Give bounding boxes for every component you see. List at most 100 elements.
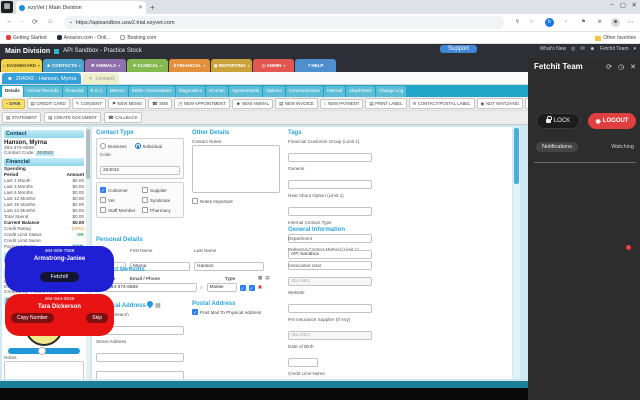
extension-icon[interactable]: ☆ (527, 18, 536, 27)
subtab-debts[interactable]: Debts / Receivables (128, 86, 175, 97)
bookmark-item[interactable]: Amazon.com - Onli... (56, 35, 110, 41)
extension-icon[interactable]: ⚑ (579, 18, 588, 27)
subtab-diagnostics[interactable]: Diagnostics (175, 86, 205, 97)
street-address-input2[interactable] (96, 371, 184, 379)
method-type-input[interactable] (206, 283, 237, 292)
bookmark-item[interactable]: Booking.com (120, 35, 156, 41)
whats-new-link[interactable]: What's New (540, 46, 567, 52)
new-memo-button[interactable]: ⚑ NEW MEMO (107, 98, 146, 109)
syndicate-checkbox[interactable] (142, 197, 148, 203)
tab-contacts[interactable]: ☻ CONTACTS ▾ (43, 59, 84, 72)
vet-checkbox[interactable] (100, 197, 106, 203)
supplier-checkbox[interactable] (142, 187, 148, 193)
close-icon[interactable]: ✕ (88, 76, 92, 82)
delete-icon[interactable]: ✖ (258, 285, 263, 291)
new-tab-button[interactable]: + (150, 3, 155, 12)
subtab-options[interactable]: Options (263, 86, 285, 97)
tab-watching[interactable]: Watching (611, 144, 634, 150)
create-document-button[interactable]: ▤ CREATE DOCUMENT (44, 112, 102, 123)
record-tab-active[interactable]: ☻ 204042 - Hanson, Myrna (2, 73, 82, 84)
subtab-financial[interactable]: Financial (62, 86, 87, 97)
grid-icon[interactable]: ▦ (258, 275, 262, 281)
workspace-icon[interactable]: ▦ (1, 1, 13, 13)
refresh-icon[interactable]: ⟳ (32, 18, 38, 26)
copy-number-button[interactable]: Copy Number (11, 313, 54, 323)
sms-button[interactable]: ☎ SMS (148, 98, 173, 109)
tab-animals[interactable]: ✱ ANIMALS ▾ (85, 59, 126, 72)
post-mail-checkbox[interactable]: ✓ (192, 309, 198, 315)
subtab-ecomm[interactable]: eComm (205, 86, 228, 97)
pet-insurance-input[interactable] (288, 331, 372, 340)
browser-tab[interactable]: ezyVet | Main Division ✕ (16, 1, 146, 14)
notes-important-checkbox[interactable] (192, 198, 198, 204)
method-flag-checkbox[interactable]: ✓ (239, 284, 246, 291)
settings-icon[interactable]: ◎ (571, 46, 575, 52)
other-favorites[interactable]: Other favorites (595, 35, 636, 41)
subtab-appointments[interactable]: Appointments (228, 86, 263, 97)
tab-financial[interactable]: $ FINANCIAL ▾ (169, 59, 210, 72)
subtab-internal[interactable]: Internal (323, 86, 345, 97)
credit-card-button[interactable]: ▤ CREDIT CARD (26, 98, 70, 109)
new-payment-button[interactable]: ⌂ NEW PAYMENT (319, 98, 364, 109)
business-radio[interactable] (100, 143, 106, 149)
consent-button[interactable]: ✎ CONSENT (71, 98, 106, 109)
tab-admin[interactable]: ◎ ADMIN ▾ (253, 59, 294, 72)
associated-user-input[interactable] (288, 277, 372, 286)
department-input[interactable] (288, 250, 372, 259)
extension-icon[interactable]: ⚲ (513, 18, 522, 27)
tab-reporting[interactable]: ▣ REPORTING ▾ (211, 59, 252, 72)
staff-member-checkbox[interactable] (100, 207, 106, 213)
chevron-down-icon[interactable]: ▾ (203, 63, 205, 68)
minimize-button[interactable]: – (610, 1, 614, 8)
subtab-attachment[interactable]: Attachment (345, 86, 375, 97)
subtab-details[interactable]: Details (2, 86, 23, 97)
form-scrollbar[interactable] (513, 127, 520, 379)
scroll-thumb[interactable] (514, 128, 519, 184)
callback-button[interactable]: ☎ CALLBACK (104, 112, 142, 123)
division-title[interactable]: Main Division (5, 48, 50, 55)
subtab-change-log[interactable]: Change Log (375, 86, 407, 97)
customer-checkbox[interactable]: ✓ (100, 187, 106, 193)
practice-name[interactable]: API Sandbox - Practice Stock (63, 48, 142, 54)
support-button[interactable]: Support (440, 45, 478, 53)
subtab-communication[interactable]: Communication (285, 86, 323, 97)
financial-customer-group-input[interactable] (288, 153, 372, 162)
bookmark-item[interactable]: Getting Started (6, 35, 47, 41)
printer-icon[interactable]: ▤ (265, 275, 269, 281)
new-invoice-button[interactable]: ▤ NEW INVOICE (275, 98, 318, 109)
sidebar-notes-textarea[interactable] (4, 361, 84, 379)
new-appointment-button[interactable]: ◷ NEW APPOINTMENT (174, 98, 230, 109)
skip-button[interactable]: Skip (86, 313, 108, 323)
address-bar[interactable]: ▪ https://apisandbox.usw2.trial.ezyvet.c… (64, 16, 504, 29)
maximize-button[interactable]: ▢ (620, 1, 626, 9)
close-tab-icon[interactable]: ✕ (138, 4, 143, 11)
not-watching-button[interactable]: ◉ NOT WATCHING (476, 98, 524, 109)
chevron-down-icon[interactable]: ▾ (79, 63, 81, 68)
forward-icon[interactable]: → (18, 18, 25, 25)
contact-notes-textarea[interactable] (192, 145, 280, 193)
mail-icon[interactable]: ✉ (580, 46, 584, 52)
back-icon[interactable]: ← (6, 18, 13, 25)
method-flag-checkbox[interactable]: ✓ (248, 284, 255, 291)
new-animal-button[interactable]: ☻ NEW ANIMAL (231, 98, 274, 109)
dob-input[interactable] (288, 358, 318, 367)
map-pin-icon[interactable] (146, 299, 155, 309)
subtab-animal-records[interactable]: Animal Records (23, 86, 62, 97)
chevron-down-icon[interactable]: ▾ (248, 63, 250, 68)
print-label-button[interactable]: ▤ PRINT LABEL (365, 98, 407, 109)
subtab-memos[interactable]: Memos (106, 86, 128, 97)
tab-dashboard[interactable]: ⌂ DASHBOARD ▾ (1, 59, 42, 72)
browser-menu-icon[interactable]: ⋯ (627, 18, 634, 26)
scroll-thumb[interactable] (86, 129, 90, 179)
statement-button[interactable]: ▤ STATEMENT (2, 112, 42, 123)
refresh-icon[interactable]: ⟳ (606, 63, 612, 71)
chevron-down-icon[interactable]: ▾ (283, 63, 285, 68)
street-address-input[interactable] (96, 353, 184, 362)
printer-icon[interactable]: ▤ (155, 303, 161, 309)
clock-icon[interactable]: ◷ (618, 63, 624, 71)
fetchit-button[interactable]: Fetchit! (40, 272, 79, 282)
extension-icon[interactable]: ◔ (561, 18, 570, 27)
record-tab[interactable]: ✕ Leonard (83, 73, 119, 84)
satisfaction-slider[interactable] (8, 347, 80, 355)
hear-about-input[interactable] (288, 207, 372, 216)
